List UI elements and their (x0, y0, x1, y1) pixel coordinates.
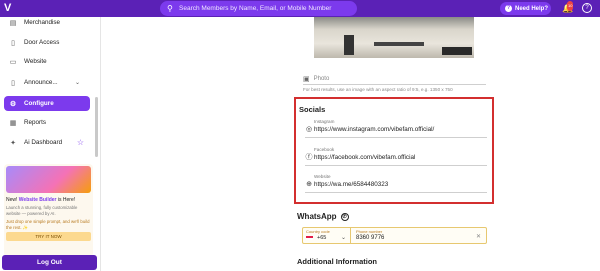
chevron-down-icon: ⌄ (341, 235, 347, 241)
website-field[interactable]: Website ⊕ (305, 172, 487, 193)
chevron-down-icon: ⌄ (74, 80, 80, 86)
facebook-label: Facebook (314, 147, 335, 152)
search-input[interactable] (179, 5, 349, 12)
sidebar-item-label: Ai Dashboard (24, 139, 63, 146)
socials-section: Socials Instagram ◎ Facebook ⓕ Website ⊕ (294, 97, 494, 204)
socials-title: Socials (299, 105, 326, 114)
website-input[interactable] (314, 181, 484, 188)
instagram-label: Instagram (314, 119, 335, 124)
help-icon[interactable]: ? (582, 3, 592, 13)
grid-icon: ▦ (9, 119, 17, 127)
main-content: ▣ Photo For best results, use an image w… (101, 17, 600, 271)
photo-label: Photo (313, 75, 330, 82)
sidebar-item-ai-dashboard[interactable]: ✦ Ai Dashboard ☆ (4, 135, 90, 150)
country-code-label: Country code (306, 229, 330, 234)
search-icon: ⚲ (167, 3, 173, 13)
image-icon: ▣ (303, 75, 310, 83)
gym-photo-preview (314, 17, 474, 58)
chat-icon: ? (505, 5, 512, 12)
promo-image (6, 166, 91, 193)
notifications-button[interactable]: 🔔 10 (562, 1, 574, 13)
phone-number-value: 8360 9776 (356, 235, 385, 241)
phone-number-label: Phone number (356, 229, 383, 234)
sidebar-item-label: Merchandise (24, 19, 61, 26)
sidebar-item-label: Configure (24, 100, 54, 107)
photo-upload-field[interactable]: ▣ Photo (303, 73, 486, 85)
photo-hint: For best results, use an image with an a… (303, 87, 453, 92)
sidebar-item-label: Reports (24, 119, 47, 126)
phone-icon: ▯ (11, 79, 15, 87)
facebook-field[interactable]: Facebook ⓕ (305, 145, 487, 166)
top-bar: V ⚲ ? Need Help? 🔔 10 ? (0, 0, 600, 17)
shirt-icon: ▤ (9, 19, 17, 27)
whatsapp-phone-row: Country code +65 ⌄ Phone number 8360 977… (302, 227, 487, 244)
website-label: Website (314, 174, 331, 179)
sidebar-item-configure[interactable]: ⚙ Configure (4, 96, 90, 111)
search-bar[interactable]: ⚲ (160, 1, 357, 16)
instagram-input[interactable] (314, 126, 484, 133)
sidebar-item-website[interactable]: ▭ Website (4, 54, 90, 69)
sidebar-scrollbar[interactable] (95, 97, 98, 157)
website-builder-promo: New! Website Builder is Here! Launch a s… (4, 164, 93, 257)
sidebar-item-label: Announce... (24, 79, 58, 86)
promo-title: New! Website Builder is Here! (6, 197, 76, 203)
logout-button[interactable]: Log Out (2, 255, 97, 270)
app-logo[interactable]: V (4, 2, 17, 15)
laptop-icon: ▭ (9, 58, 17, 66)
facebook-input[interactable] (314, 154, 484, 161)
try-it-now-button[interactable]: TRY IT NOW (6, 232, 91, 241)
notification-badge: 10 (567, 1, 574, 11)
star-icon[interactable]: ☆ (77, 138, 84, 147)
promo-subtitle: Launch a stunning, fully customizable we… (6, 205, 78, 216)
facebook-icon: ⓕ (305, 154, 313, 161)
promo-note: Just drop one simple prompt, and we'll b… (6, 219, 90, 230)
need-help-label: Need Help? (515, 5, 549, 12)
sidebar-item-announcements[interactable]: ▯ Announce... ⌄ (4, 75, 90, 90)
sidebar-item-label: Door Access (24, 39, 60, 46)
sidebar: ▤ Merchandise ▯ Door Access ▭ Website ▯ … (0, 17, 101, 271)
sidebar-item-reports[interactable]: ▦ Reports (4, 115, 90, 130)
whatsapp-icon: ✆ (340, 212, 349, 221)
additional-information-title: Additional Information (297, 257, 377, 266)
country-code-select[interactable]: Country code +65 ⌄ (303, 228, 351, 243)
country-code-value: +65 (317, 235, 327, 241)
sidebar-item-merchandise[interactable]: ▤ Merchandise (4, 15, 90, 30)
instagram-field[interactable]: Instagram ◎ (305, 117, 487, 138)
sidebar-item-label: Website (24, 58, 47, 65)
clear-icon[interactable]: ✕ (476, 233, 481, 240)
need-help-button[interactable]: ? Need Help? (500, 2, 551, 15)
gear-icon: ⚙ (9, 100, 17, 108)
sparkle-icon: ✦ (10, 139, 16, 147)
globe-icon: ⊕ (306, 181, 312, 188)
singapore-flag-icon (306, 236, 313, 240)
door-icon: ▯ (11, 39, 15, 47)
sidebar-item-door-access[interactable]: ▯ Door Access (4, 35, 90, 50)
instagram-icon: ◎ (305, 126, 313, 133)
whatsapp-title: WhatsApp ✆ (297, 212, 349, 221)
